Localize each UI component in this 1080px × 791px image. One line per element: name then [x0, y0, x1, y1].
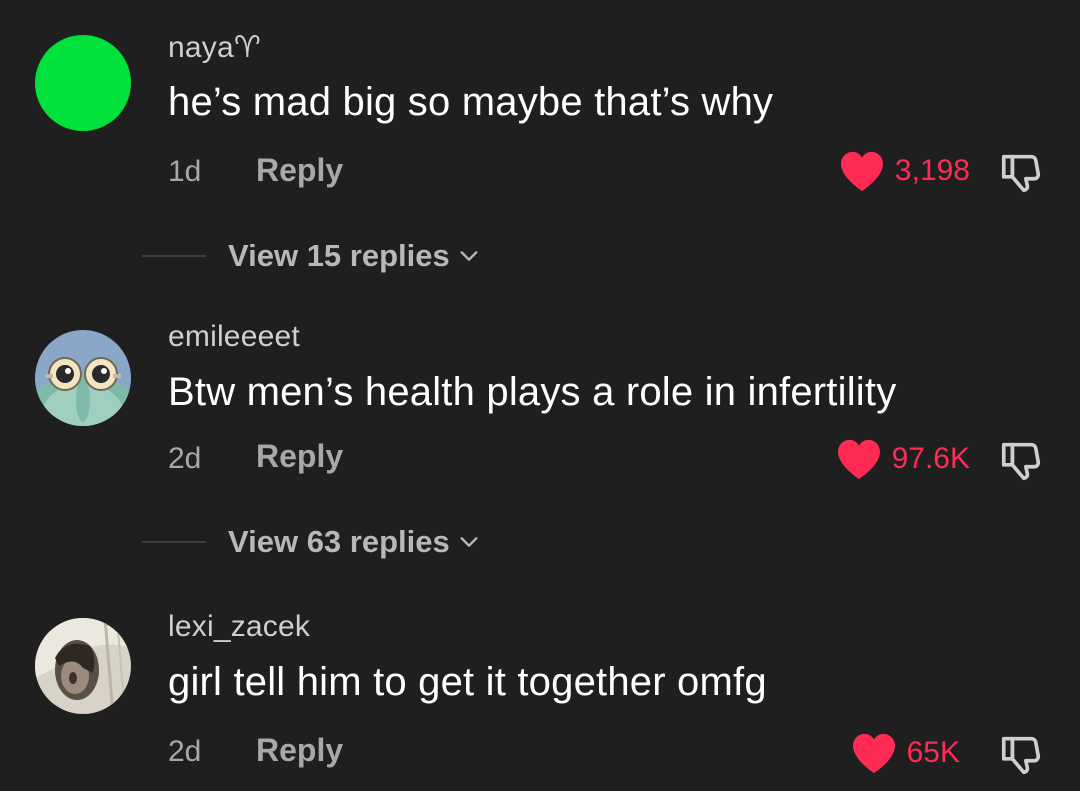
comment-text: Btw men’s health plays a role in inferti… — [168, 370, 897, 414]
divider-line — [142, 255, 206, 257]
comment-item: lexi_zacek girl tell him to get it toget… — [0, 580, 1080, 791]
comment-item: emileeeet Btw men’s health plays a role … — [0, 290, 1080, 580]
like-count: 97.6K — [891, 442, 970, 475]
like-count: 3,198 — [894, 154, 970, 187]
like-count: 65K — [906, 736, 960, 769]
comment-text: he’s mad big so maybe that’s why — [168, 80, 774, 124]
like-button[interactable]: 3,198 — [839, 150, 970, 192]
avatar[interactable] — [35, 35, 131, 131]
heart-icon — [852, 733, 895, 774]
view-replies-label: View 15 replies — [228, 238, 450, 273]
comment-time: 2d — [168, 442, 202, 475]
avatar-image — [35, 618, 131, 714]
reply-button[interactable]: Reply — [256, 732, 343, 769]
like-button[interactable]: 65K — [851, 732, 960, 774]
avatar[interactable] — [35, 330, 131, 426]
comment-time: 2d — [168, 735, 202, 768]
avatar[interactable] — [35, 618, 131, 714]
thumbs-down-icon[interactable] — [998, 732, 1044, 778]
heart-icon — [837, 439, 880, 480]
thumbs-down-icon[interactable] — [998, 150, 1044, 196]
comment-text: girl tell him to get it together omfg — [168, 660, 767, 704]
thumbs-down-icon[interactable] — [998, 438, 1044, 484]
view-replies-label: View 63 replies — [228, 524, 450, 559]
reply-button[interactable]: Reply — [256, 152, 343, 189]
comment-username[interactable]: lexi_zacek — [168, 610, 310, 644]
heart-icon — [840, 151, 883, 192]
comment-username[interactable]: naya♈︎ — [168, 30, 261, 65]
chevron-down-icon — [460, 537, 478, 547]
view-replies-button[interactable]: View 63 replies — [142, 524, 480, 560]
chevron-down-icon — [460, 251, 478, 261]
comment-item: naya♈︎ he’s mad big so maybe that’s why … — [0, 0, 1080, 290]
comment-username[interactable]: emileeeet — [168, 320, 300, 354]
divider-line — [142, 541, 206, 543]
avatar-image — [35, 330, 131, 426]
reply-button[interactable]: Reply — [256, 438, 343, 475]
comment-time: 1d — [168, 155, 202, 188]
view-replies-button[interactable]: View 15 replies — [142, 238, 480, 274]
like-button[interactable]: 97.6K — [836, 438, 970, 480]
